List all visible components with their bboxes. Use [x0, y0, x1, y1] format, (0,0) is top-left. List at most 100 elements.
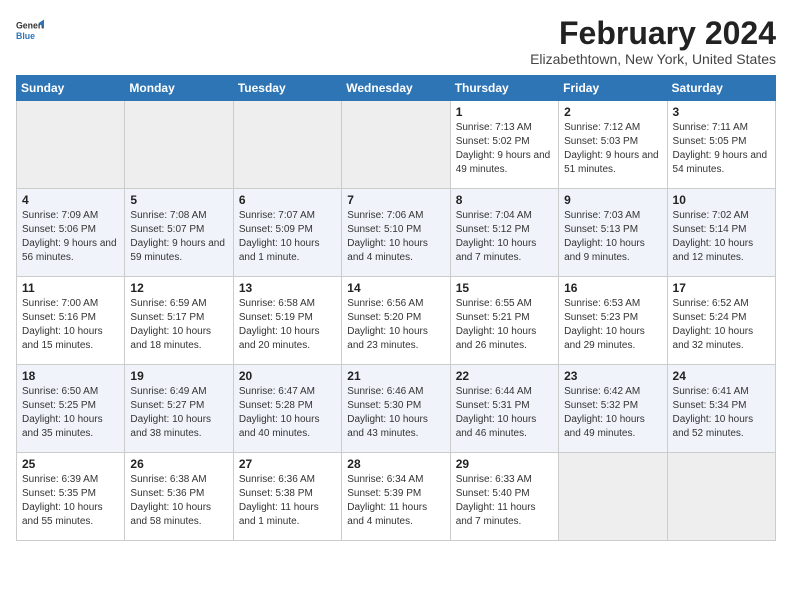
day-number: 25 — [22, 457, 119, 471]
day-info: Sunrise: 6:46 AMSunset: 5:30 PMDaylight:… — [347, 385, 444, 441]
weekday-header-row: SundayMondayTuesdayWednesdayThursdayFrid… — [17, 76, 776, 101]
calendar-cell: 1 Sunrise: 7:13 AMSunset: 5:02 PMDaylight… — [450, 101, 558, 189]
calendar-cell: 26 Sunrise: 6:38 AMSunset: 5:36 PMDayligh… — [125, 453, 233, 541]
calendar-week-row: 25 Sunrise: 6:39 AMSunset: 5:35 PMDayligh… — [17, 453, 776, 541]
day-info: Sunrise: 6:34 AMSunset: 5:39 PMDaylight:… — [347, 473, 444, 529]
calendar-cell — [233, 101, 341, 189]
day-number: 5 — [130, 193, 227, 207]
day-info: Sunrise: 7:12 AMSunset: 5:03 PMDaylight:… — [564, 121, 661, 177]
day-number: 23 — [564, 369, 661, 383]
day-number: 11 — [22, 281, 119, 295]
day-info: Sunrise: 6:49 AMSunset: 5:27 PMDaylight:… — [130, 385, 227, 441]
calendar-cell: 16Sunrise: 6:53 AMSunset: 5:23 PMDayligh… — [559, 277, 667, 365]
day-number: 16 — [564, 281, 661, 295]
location: Elizabethtown, New York, United States — [530, 51, 776, 67]
calendar-cell — [559, 453, 667, 541]
day-info: Sunrise: 6:36 AMSunset: 5:38 PMDaylight:… — [239, 473, 336, 529]
day-info: Sunrise: 6:39 AMSunset: 5:35 PMDaylight:… — [22, 473, 119, 529]
day-number: 4 — [22, 193, 119, 207]
month-title: February 2024 — [530, 16, 776, 51]
day-info: Sunrise: 7:07 AMSunset: 5:09 PMDaylight:… — [239, 209, 336, 265]
day-number: 14 — [347, 281, 444, 295]
logo-icon: General Blue — [16, 16, 44, 44]
calendar-cell: 14Sunrise: 6:56 AMSunset: 5:20 PMDayligh… — [342, 277, 450, 365]
svg-text:Blue: Blue — [16, 31, 35, 41]
day-info: Sunrise: 7:09 AMSunset: 5:06 PMDaylight:… — [22, 209, 119, 265]
day-number: 17 — [673, 281, 770, 295]
calendar-cell — [667, 453, 775, 541]
calendar-cell — [125, 101, 233, 189]
calendar-cell: 11 Sunrise: 7:00 AMSunset: 5:16 PMDayligh… — [17, 277, 125, 365]
day-number: 13 — [239, 281, 336, 295]
day-info: Sunrise: 6:41 AMSunset: 5:34 PMDaylight:… — [673, 385, 770, 441]
calendar-cell: 17Sunrise: 6:52 AMSunset: 5:24 PMDayligh… — [667, 277, 775, 365]
logo: General Blue — [16, 16, 44, 44]
calendar-week-row: 1 Sunrise: 7:13 AMSunset: 5:02 PMDaylight… — [17, 101, 776, 189]
day-info: Sunrise: 7:03 AMSunset: 5:13 PMDaylight:… — [564, 209, 661, 265]
day-info: Sunrise: 7:06 AMSunset: 5:10 PMDaylight:… — [347, 209, 444, 265]
day-number: 28 — [347, 457, 444, 471]
calendar-cell: 8Sunrise: 7:04 AMSunset: 5:12 PMDaylight… — [450, 189, 558, 277]
day-number: 10 — [673, 193, 770, 207]
day-info: Sunrise: 6:33 AMSunset: 5:40 PMDaylight:… — [456, 473, 553, 529]
weekday-header-tuesday: Tuesday — [233, 76, 341, 101]
day-number: 8 — [456, 193, 553, 207]
calendar-cell: 28 Sunrise: 6:34 AMSunset: 5:39 PMDayligh… — [342, 453, 450, 541]
day-number: 26 — [130, 457, 227, 471]
calendar-cell: 10Sunrise: 7:02 AMSunset: 5:14 PMDayligh… — [667, 189, 775, 277]
day-info: Sunrise: 7:00 AMSunset: 5:16 PMDaylight:… — [22, 297, 119, 353]
calendar-cell: 3Sunrise: 7:11 AMSunset: 5:05 PMDaylight… — [667, 101, 775, 189]
calendar-cell: 20 Sunrise: 6:47 AMSunset: 5:28 PMDayligh… — [233, 365, 341, 453]
day-number: 24 — [673, 369, 770, 383]
page-header: General Blue February 2024 Elizabethtown… — [16, 16, 776, 67]
calendar-cell: 21 Sunrise: 6:46 AMSunset: 5:30 PMDayligh… — [342, 365, 450, 453]
svg-text:General: General — [16, 20, 44, 30]
day-info: Sunrise: 7:11 AMSunset: 5:05 PMDaylight:… — [673, 121, 770, 177]
calendar-cell: 25 Sunrise: 6:39 AMSunset: 5:35 PMDayligh… — [17, 453, 125, 541]
day-number: 20 — [239, 369, 336, 383]
calendar-table: SundayMondayTuesdayWednesdayThursdayFrid… — [16, 75, 776, 541]
calendar-cell: 13 Sunrise: 6:58 AMSunset: 5:19 PMDayligh… — [233, 277, 341, 365]
day-number: 18 — [22, 369, 119, 383]
calendar-week-row: 4 Sunrise: 7:09 AMSunset: 5:06 PMDaylight… — [17, 189, 776, 277]
day-number: 9 — [564, 193, 661, 207]
calendar-cell — [342, 101, 450, 189]
calendar-cell: 22Sunrise: 6:44 AMSunset: 5:31 PMDayligh… — [450, 365, 558, 453]
calendar-cell: 12 Sunrise: 6:59 AMSunset: 5:17 PMDayligh… — [125, 277, 233, 365]
calendar-cell: 24 Sunrise: 6:41 AMSunset: 5:34 PMDayligh… — [667, 365, 775, 453]
day-info: Sunrise: 6:55 AMSunset: 5:21 PMDaylight:… — [456, 297, 553, 353]
calendar-cell: 23 Sunrise: 6:42 AMSunset: 5:32 PMDayligh… — [559, 365, 667, 453]
calendar-cell: 15 Sunrise: 6:55 AMSunset: 5:21 PMDayligh… — [450, 277, 558, 365]
calendar-cell: 29Sunrise: 6:33 AMSunset: 5:40 PMDayligh… — [450, 453, 558, 541]
calendar-cell — [17, 101, 125, 189]
day-info: Sunrise: 7:13 AMSunset: 5:02 PMDaylight:… — [456, 121, 553, 177]
weekday-header-saturday: Saturday — [667, 76, 775, 101]
weekday-header-wednesday: Wednesday — [342, 76, 450, 101]
calendar-cell: 4 Sunrise: 7:09 AMSunset: 5:06 PMDaylight… — [17, 189, 125, 277]
day-info: Sunrise: 6:58 AMSunset: 5:19 PMDaylight:… — [239, 297, 336, 353]
day-number: 19 — [130, 369, 227, 383]
day-number: 2 — [564, 105, 661, 119]
day-number: 12 — [130, 281, 227, 295]
title-block: February 2024 Elizabethtown, New York, U… — [530, 16, 776, 67]
weekday-header-thursday: Thursday — [450, 76, 558, 101]
day-info: Sunrise: 6:44 AMSunset: 5:31 PMDaylight:… — [456, 385, 553, 441]
day-number: 1 — [456, 105, 553, 119]
day-number: 15 — [456, 281, 553, 295]
calendar-cell: 27 Sunrise: 6:36 AMSunset: 5:38 PMDayligh… — [233, 453, 341, 541]
calendar-cell: 7Sunrise: 7:06 AMSunset: 5:10 PMDaylight… — [342, 189, 450, 277]
day-info: Sunrise: 7:08 AMSunset: 5:07 PMDaylight:… — [130, 209, 227, 265]
day-number: 27 — [239, 457, 336, 471]
day-info: Sunrise: 6:38 AMSunset: 5:36 PMDaylight:… — [130, 473, 227, 529]
day-number: 21 — [347, 369, 444, 383]
day-info: Sunrise: 6:50 AMSunset: 5:25 PMDaylight:… — [22, 385, 119, 441]
day-number: 6 — [239, 193, 336, 207]
calendar-cell: 18 Sunrise: 6:50 AMSunset: 5:25 PMDayligh… — [17, 365, 125, 453]
day-info: Sunrise: 6:42 AMSunset: 5:32 PMDaylight:… — [564, 385, 661, 441]
day-info: Sunrise: 6:59 AMSunset: 5:17 PMDaylight:… — [130, 297, 227, 353]
calendar-cell: 5 Sunrise: 7:08 AMSunset: 5:07 PMDaylight… — [125, 189, 233, 277]
weekday-header-sunday: Sunday — [17, 76, 125, 101]
calendar-week-row: 11 Sunrise: 7:00 AMSunset: 5:16 PMDayligh… — [17, 277, 776, 365]
day-info: Sunrise: 6:47 AMSunset: 5:28 PMDaylight:… — [239, 385, 336, 441]
calendar-week-row: 18 Sunrise: 6:50 AMSunset: 5:25 PMDayligh… — [17, 365, 776, 453]
